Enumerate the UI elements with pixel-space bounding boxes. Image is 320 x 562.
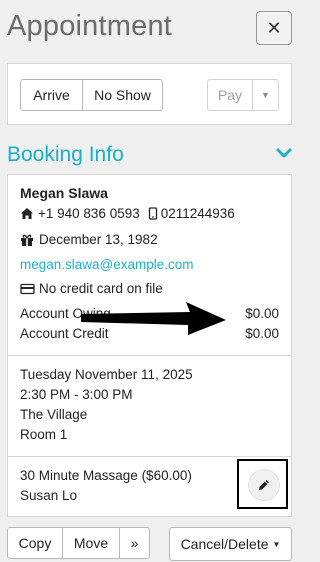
credit-card-status: No credit card on file (39, 281, 163, 296)
appointment-date: Tuesday November 11, 2025 (20, 367, 193, 382)
header: Appointment ✕ (0, 0, 303, 58)
bottom-button-group: Copy Move » (7, 527, 150, 561)
credit-card-icon (20, 283, 35, 294)
appointment-time: 2:30 PM - 3:00 PM (20, 387, 133, 402)
staff-name: Susan Lo (20, 488, 78, 503)
actions-panel: Arrive No Show Pay ▼ (7, 63, 292, 125)
cancel-delete-button[interactable]: Cancel/Delete ▼ (169, 527, 292, 561)
arrive-button[interactable]: Arrive (20, 79, 83, 111)
pay-button[interactable]: Pay (207, 79, 253, 111)
close-button[interactable]: ✕ (256, 11, 292, 45)
mobile-phone: 0211244936 (160, 206, 235, 221)
credit-card-row: No credit card on file (20, 281, 163, 296)
birthday-row: December 13, 1982 (20, 232, 158, 247)
edit-highlight-box (237, 459, 288, 509)
appointment-room: Room 1 (20, 427, 68, 442)
no-show-button[interactable]: No Show (83, 79, 163, 111)
client-email[interactable]: megan.slawa@example.com (20, 257, 194, 272)
appointment-location: The Village (20, 407, 88, 422)
service-name: 30 Minute Massage ($60.00) (20, 468, 192, 483)
copy-button[interactable]: Copy (7, 527, 63, 559)
page-title: Appointment (7, 10, 173, 42)
close-icon: ✕ (266, 17, 282, 38)
cancel-delete-label: Cancel/Delete (180, 536, 269, 552)
status-button-group: Arrive No Show (20, 79, 163, 111)
double-chevron-right-icon: » (130, 535, 139, 551)
caret-down-icon: ▼ (261, 90, 270, 100)
mobile-phone-icon (148, 207, 157, 220)
edit-service-button[interactable] (248, 469, 280, 501)
phone-row: +1 940 836 0593 0211244936 (20, 206, 235, 221)
move-button[interactable]: Move (63, 527, 120, 559)
home-icon (21, 208, 33, 219)
pay-button-group: Pay ▼ (207, 79, 279, 111)
client-name[interactable]: Megan Slawa (20, 185, 108, 201)
booking-info-heading[interactable]: Booking Info (7, 143, 124, 167)
booking-info-panel: Megan Slawa +1 940 836 0593 0211244936 D… (7, 174, 292, 517)
pencil-icon (259, 480, 269, 490)
birthday: December 13, 1982 (39, 232, 158, 247)
annotation-arrow-icon (81, 302, 226, 335)
divider (8, 355, 291, 356)
gift-icon (21, 234, 33, 246)
account-owing-value: $0.00 (245, 306, 279, 321)
chevron-down-icon[interactable] (276, 147, 292, 159)
home-phone: +1 940 836 0593 (38, 206, 140, 221)
pay-dropdown-toggle[interactable]: ▼ (253, 79, 279, 111)
more-button[interactable]: » (120, 527, 150, 559)
caret-down-icon: ▼ (272, 539, 281, 549)
divider (8, 456, 291, 457)
account-credit-value: $0.00 (245, 326, 279, 341)
